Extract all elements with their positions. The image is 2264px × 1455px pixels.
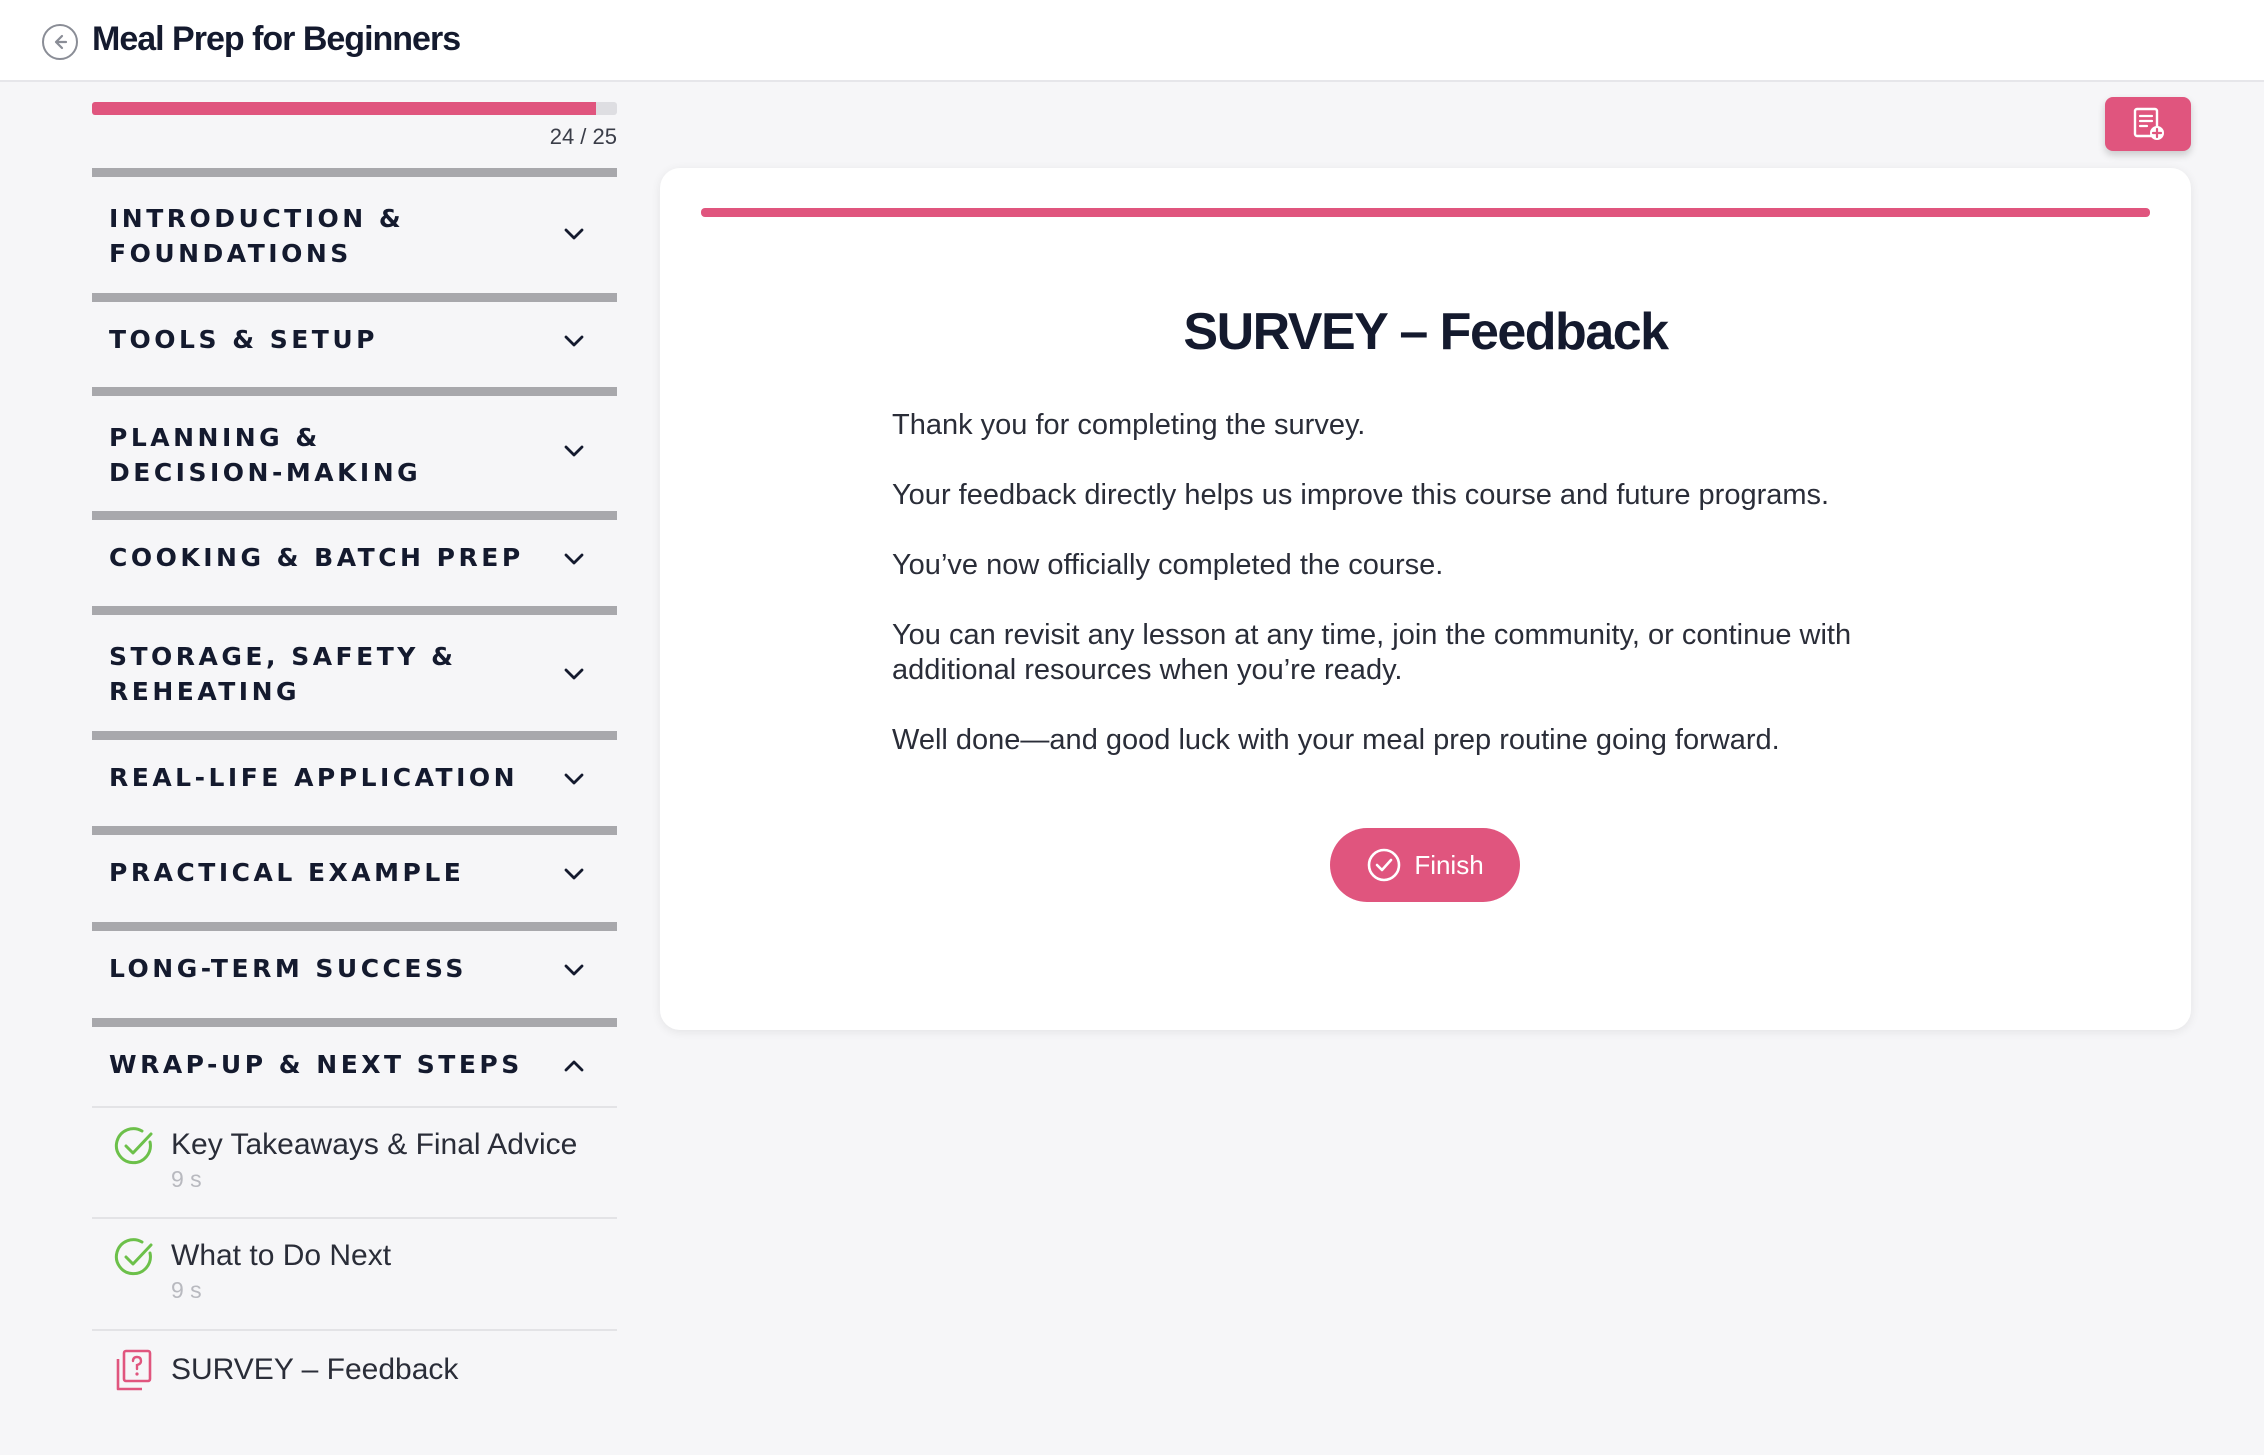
lesson-title: Key Takeaways & Final Advice [171,1128,578,1161]
lesson-duration: 9 s [171,1277,202,1303]
survey-icon [116,1349,152,1391]
section-tools-setup[interactable]: TOOLS & SETUP [92,293,617,393]
check-circle-icon [1368,848,1401,882]
lesson-item-survey-feedback[interactable]: SURVEY – Feedback [92,1329,617,1409]
section-introduction-foundations[interactable]: INTRODUCTION & FOUNDATIONS [92,168,617,298]
section-planning-decision-making[interactable]: PLANNING & DECISION-MAKING [92,387,617,517]
card-accent-bar [701,208,2150,217]
notes-button[interactable] [2105,97,2191,151]
add-note-icon [2133,107,2164,140]
content-paragraph: You can revisit any lesson at any time, … [892,619,1852,686]
chevron-down-icon [564,335,584,347]
chevron-down-icon [564,668,584,680]
back-button[interactable] [42,24,78,60]
section-cooking-batch-prep[interactable]: COOKING & BATCH PREP [92,511,617,611]
section-label: LONG-TERM SUCCESS [109,954,467,983]
chevron-down-icon [564,445,584,457]
page-title: SURVEY – Feedback [1183,303,1669,361]
section-label: STORAGE, SAFETY & REHEATING [109,642,457,706]
section-storage-safety-reheating[interactable]: STORAGE, SAFETY & REHEATING [92,606,617,736]
section-real-life-application[interactable]: REAL-LIFE APPLICATION [92,731,617,831]
finish-button-label: Finish [1414,849,1484,880]
chevron-down-icon [564,228,584,240]
content-paragraph: Your feedback directly helps us improve … [892,479,1830,511]
section-label: TOOLS & SETUP [109,325,378,354]
top-bar: Meal Prep for Beginners [0,0,2264,82]
check-circle-icon [114,1127,153,1165]
finish-button[interactable]: Finish [1330,828,1520,902]
content-paragraph: Thank you for completing the survey. [892,409,1366,441]
section-label: COOKING & BATCH PREP [109,543,524,572]
arrow-left-circle-icon [54,34,68,50]
section-label: INTRODUCTION & FOUNDATIONS [109,204,405,268]
content-card: SURVEY – Feedback Thank you for completi… [660,168,2191,1030]
check-circle-icon [114,1238,153,1276]
section-label: WRAP-UP & NEXT STEPS [109,1050,523,1079]
course-progress-bar [92,102,617,115]
content-paragraph: Well done—and good luck with your meal p… [892,724,1780,756]
chevron-down-icon [564,553,584,565]
section-practical-example[interactable]: PRACTICAL EXAMPLE [92,826,617,926]
section-label: PRACTICAL EXAMPLE [109,858,465,887]
lesson-item-what-to-do-next[interactable]: What to Do Next 9 s [92,1217,617,1329]
progress-count: 24 / 25 [549,124,617,149]
chevron-down-icon [564,773,584,785]
section-label: PLANNING & DECISION-MAKING [109,423,422,487]
content-paragraph: You’ve now officially completed the cour… [892,549,1444,581]
section-label: REAL-LIFE APPLICATION [109,763,519,792]
course-title: Meal Prep for Beginners [92,20,461,58]
chevron-down-icon [564,868,584,880]
section-long-term-success[interactable]: LONG-TERM SUCCESS [92,922,617,1022]
lesson-title: What to Do Next [171,1239,392,1272]
course-progress-fill [92,102,596,115]
lesson-title: SURVEY – Feedback [171,1353,459,1386]
lesson-duration: 9 s [171,1166,202,1192]
chevron-down-icon [564,964,584,976]
lesson-item-key-takeaways[interactable]: Key Takeaways & Final Advice 9 s [92,1106,617,1217]
section-wrap-up-next-steps[interactable]: WRAP-UP & NEXT STEPS [92,1018,617,1106]
chevron-up-icon [564,1060,584,1072]
